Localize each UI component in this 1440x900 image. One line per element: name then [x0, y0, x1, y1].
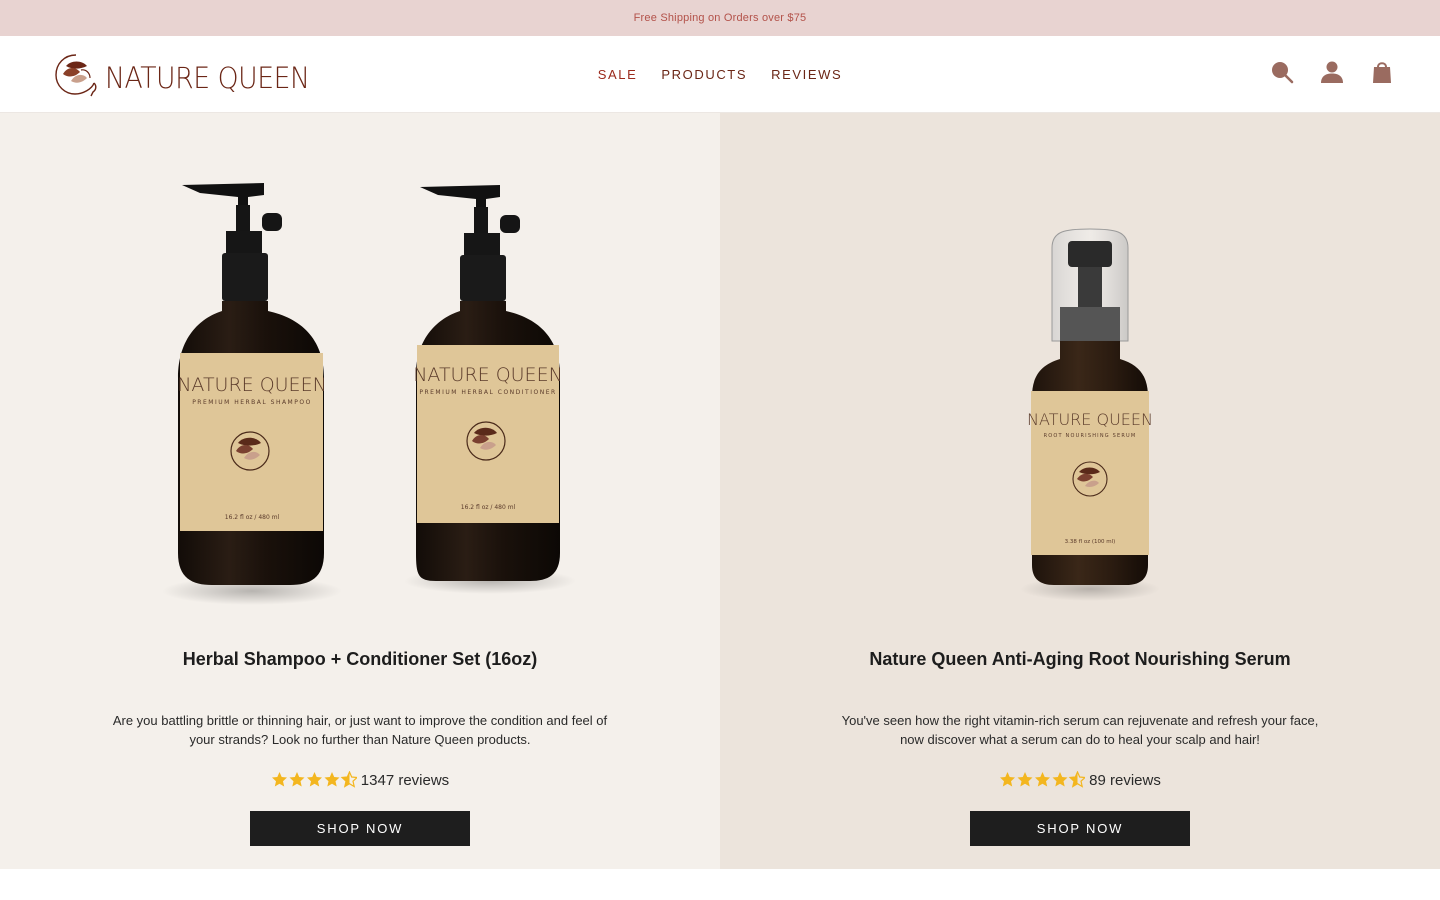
- nav-sale[interactable]: SALE: [598, 67, 638, 82]
- search-icon[interactable]: [1268, 58, 1296, 86]
- featured-products: NATURE QUEEN PREMIUM HERBAL SHAMPOO 16.2…: [0, 113, 1440, 869]
- bottle1-sub-label: PREMIUM HERBAL SHAMPOO: [192, 399, 312, 406]
- product-image-shampoo-set[interactable]: NATURE QUEEN PREMIUM HERBAL SHAMPOO 16.2…: [0, 113, 720, 613]
- review-count: 89 reviews: [1089, 771, 1161, 789]
- product-description: You've seen how the right vitamin-rich s…: [841, 713, 1319, 747]
- product-card-root-serum: NATURE QUEEN ROOT NOURISHING SERUM 3.38 …: [720, 113, 1440, 869]
- page-below-fold: [0, 869, 1440, 900]
- account-icon[interactable]: [1318, 58, 1346, 86]
- bottle2-volume-label: 16.2 fl oz / 480 ml: [461, 504, 516, 511]
- header-actions: [1268, 58, 1396, 86]
- cart-icon[interactable]: [1368, 58, 1396, 86]
- review-count: 1347 reviews: [360, 771, 450, 789]
- product-rating[interactable]: 1347 reviews: [0, 771, 720, 789]
- product-card-shampoo-set: NATURE QUEEN PREMIUM HERBAL SHAMPOO 16.2…: [0, 113, 720, 869]
- product-rating[interactable]: 89 reviews: [720, 771, 1440, 789]
- shop-now-button[interactable]: SHOP NOW: [970, 811, 1190, 846]
- star-rating-icon: [999, 771, 1086, 789]
- product-title[interactable]: Nature Queen Anti-Aging Root Nourishing …: [720, 649, 1440, 670]
- product-title[interactable]: Herbal Shampoo + Conditioner Set (16oz): [0, 649, 720, 670]
- star-rating-icon: [271, 771, 357, 789]
- shop-now-button[interactable]: SHOP NOW: [250, 811, 470, 846]
- product-image-root-serum[interactable]: NATURE QUEEN ROOT NOURISHING SERUM 3.38 …: [720, 113, 1440, 613]
- site-header: NATURE QUEEN SALE PRODUCTS REVIEWS: [0, 36, 1440, 113]
- nav-products[interactable]: PRODUCTS: [661, 67, 747, 82]
- serum-volume-label: 3.38 fl oz (100 ml): [1065, 539, 1116, 545]
- bottle1-volume-label: 16.2 fl oz / 480 ml: [225, 514, 280, 521]
- nav-reviews[interactable]: REVIEWS: [771, 67, 842, 82]
- serum-sub-label: ROOT NOURISHING SERUM: [1044, 433, 1137, 439]
- announcement-text: Free Shipping on Orders over $75: [633, 12, 807, 24]
- bottle1-brand-label: NATURE QUEEN: [177, 374, 327, 396]
- bottle2-brand-label: NATURE QUEEN: [413, 364, 563, 386]
- announcement-bar: Free Shipping on Orders over $75: [0, 0, 1440, 36]
- serum-brand-label: NATURE QUEEN: [1027, 410, 1153, 429]
- product-description: Are you battling brittle or thinning hai…: [112, 713, 608, 747]
- main-nav: SALE PRODUCTS REVIEWS: [0, 36, 1440, 113]
- bottle2-sub-label: PREMIUM HERBAL CONDITIONER: [419, 389, 556, 396]
